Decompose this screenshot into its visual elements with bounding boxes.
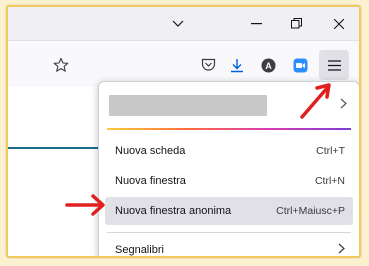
- menu-item-shortcut: Ctrl+N: [314, 175, 345, 187]
- hamburger-menu-icon[interactable]: [319, 50, 349, 80]
- content-accent-line: [8, 147, 98, 149]
- menu-item-new-window[interactable]: Nuova finestra Ctrl+N: [105, 167, 353, 195]
- menu-item-new-private-window[interactable]: Nuova finestra anonima Ctrl+Maiusc+P: [105, 197, 353, 225]
- menu-item-shortcut: Ctrl+T: [316, 145, 345, 157]
- restore-icon[interactable]: [278, 7, 314, 40]
- chevron-down-icon[interactable]: [163, 7, 193, 40]
- chevron-right-icon: [340, 96, 347, 112]
- menu-item-label: Nuova finestra: [115, 175, 186, 187]
- menu-separator: [107, 232, 351, 233]
- account-icon[interactable]: A: [257, 54, 279, 76]
- close-icon[interactable]: [321, 7, 357, 40]
- bookmark-star-icon[interactable]: [50, 54, 72, 76]
- download-icon[interactable]: [226, 54, 248, 76]
- menu-item-label: Segnalibri: [115, 244, 164, 256]
- menu-item-label: Nuova finestra anonima: [115, 205, 232, 217]
- chevron-right-icon: [338, 243, 345, 256]
- extension-icon[interactable]: [289, 54, 311, 76]
- menu-item-bookmarks[interactable]: Segnalibri: [105, 236, 353, 256]
- browser-window: A Nuova scheda Ctrl+T Nuova finestra Ctr…: [6, 5, 361, 258]
- title-bar: [8, 7, 359, 40]
- annotation-arrow-menu: [300, 83, 331, 119]
- account-blurred-row[interactable]: [109, 95, 267, 116]
- menu-item-new-tab[interactable]: Nuova scheda Ctrl+T: [105, 137, 353, 165]
- pocket-icon[interactable]: [197, 54, 219, 76]
- annotation-arrow-private: [65, 194, 105, 216]
- minimize-icon[interactable]: [238, 7, 274, 40]
- menu-item-shortcut: Ctrl+Maiusc+P: [276, 205, 345, 217]
- account-initial: A: [265, 61, 272, 71]
- account-gradient-divider: [107, 128, 351, 130]
- menu-item-label: Nuova scheda: [115, 145, 186, 157]
